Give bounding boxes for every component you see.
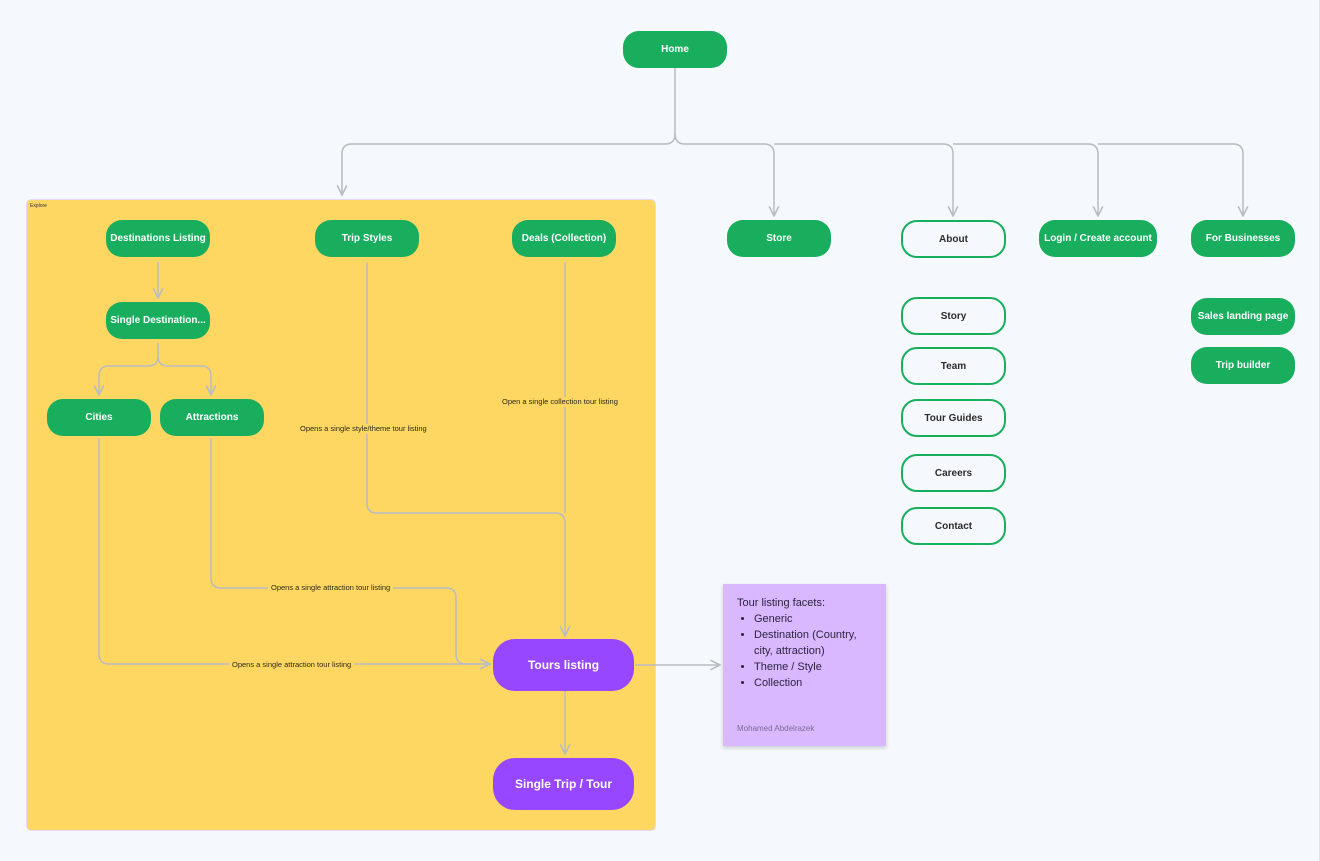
node-tours-listing-label: Tours listing bbox=[527, 658, 600, 672]
node-single-destination-label: Single Destination... bbox=[110, 315, 206, 326]
node-destinations-listing[interactable]: Destinations Listing bbox=[106, 220, 210, 257]
sticky-note[interactable]: Tour listing facets: Generic Destination… bbox=[723, 584, 886, 746]
node-trip-builder[interactable]: Trip builder bbox=[1191, 347, 1295, 384]
node-sales-landing-page[interactable]: Sales landing page bbox=[1191, 298, 1295, 335]
node-trip-styles-label: Trip Styles bbox=[341, 233, 393, 244]
node-sales-landing-page-label: Sales landing page bbox=[1197, 311, 1289, 322]
edge-label-cities: Opens a single attraction tour listing bbox=[229, 660, 355, 670]
node-attractions-label: Attractions bbox=[185, 412, 239, 423]
node-about-label: About bbox=[939, 233, 968, 245]
node-login-label: Login / Create account bbox=[1044, 233, 1152, 244]
node-home-label: Home bbox=[661, 44, 689, 55]
node-contact-label: Contact bbox=[934, 520, 973, 532]
node-store[interactable]: Store bbox=[727, 220, 831, 257]
sticky-note-item: Generic bbox=[754, 611, 872, 627]
node-single-destination[interactable]: Single Destination... bbox=[106, 302, 210, 339]
edge-label-trip-styles: Opens a single style/theme tour listing bbox=[297, 424, 430, 434]
node-careers-label: Careers bbox=[934, 467, 973, 479]
edge-label-attractions: Opens a single attraction tour listing bbox=[268, 583, 394, 593]
sticky-note-title: Tour listing facets: bbox=[737, 597, 826, 609]
connector-home-store bbox=[674, 133, 774, 216]
diagram-canvas: Explore Home Destinations Listing Trip S… bbox=[0, 0, 1320, 861]
node-team[interactable]: Team bbox=[901, 347, 1006, 385]
connector-home-business bbox=[1098, 143, 1243, 216]
sticky-note-list: Generic Destination (Country, city, attr… bbox=[737, 611, 872, 691]
node-story[interactable]: Story bbox=[901, 297, 1006, 335]
node-single-trip-label: Single Trip / Tour bbox=[514, 777, 613, 791]
sticky-note-item: Collection bbox=[754, 675, 872, 691]
sticky-note-item: Destination (Country, city, attraction) bbox=[754, 627, 872, 659]
sticky-note-author: Mohamed Abdelrazek bbox=[737, 724, 815, 733]
connector-home-login bbox=[953, 143, 1098, 216]
node-store-label: Store bbox=[766, 233, 792, 244]
node-team-label: Team bbox=[940, 360, 967, 372]
node-deals-collection[interactable]: Deals (Collection) bbox=[512, 220, 616, 257]
explore-section[interactable]: Explore bbox=[26, 199, 656, 831]
node-careers[interactable]: Careers bbox=[901, 454, 1006, 492]
node-for-businesses[interactable]: For Businesses bbox=[1191, 220, 1295, 257]
node-tour-guides-label: Tour Guides bbox=[924, 412, 983, 424]
node-tours-listing[interactable]: Tours listing bbox=[493, 639, 634, 691]
node-cities[interactable]: Cities bbox=[47, 399, 151, 436]
edge-label-deals: Open a single collection tour listing bbox=[499, 397, 621, 407]
node-destinations-listing-label: Destinations Listing bbox=[110, 233, 206, 244]
node-contact[interactable]: Contact bbox=[901, 507, 1006, 545]
node-home[interactable]: Home bbox=[623, 31, 727, 68]
sticky-note-item: Theme / Style bbox=[754, 659, 872, 675]
node-cities-label: Cities bbox=[85, 412, 113, 423]
explore-section-label: Explore bbox=[30, 203, 47, 209]
connector-home-trunk bbox=[342, 68, 676, 195]
node-single-trip[interactable]: Single Trip / Tour bbox=[493, 758, 634, 810]
node-trip-styles[interactable]: Trip Styles bbox=[315, 220, 419, 257]
node-deals-collection-label: Deals (Collection) bbox=[521, 233, 607, 244]
node-attractions[interactable]: Attractions bbox=[160, 399, 264, 436]
node-for-businesses-label: For Businesses bbox=[1205, 233, 1281, 244]
node-about[interactable]: About bbox=[901, 220, 1006, 258]
node-login[interactable]: Login / Create account bbox=[1039, 220, 1157, 257]
node-tour-guides[interactable]: Tour Guides bbox=[901, 399, 1006, 437]
node-story-label: Story bbox=[940, 310, 967, 322]
connector-home-about bbox=[774, 143, 953, 216]
node-trip-builder-label: Trip builder bbox=[1215, 360, 1271, 371]
